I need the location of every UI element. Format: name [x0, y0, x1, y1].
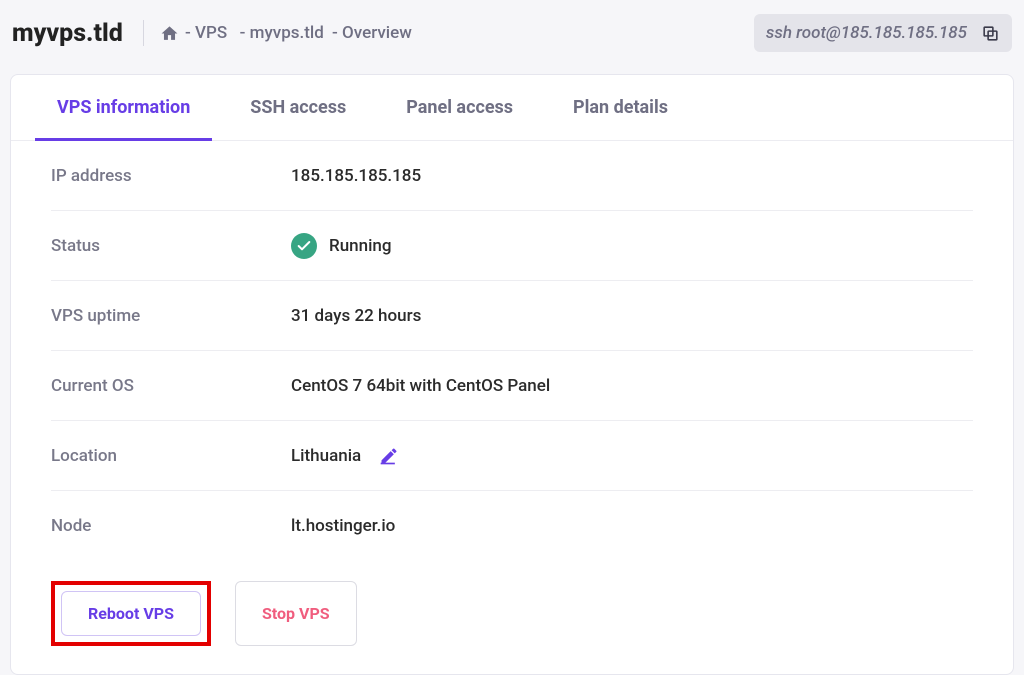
label-location: Location: [51, 446, 291, 466]
label-status: Status: [51, 236, 291, 256]
label-current-os: Current OS: [51, 376, 291, 396]
tab-panel-access[interactable]: Panel access: [376, 75, 543, 140]
edit-icon[interactable]: [379, 446, 399, 466]
site-title: myvps.tld: [12, 19, 143, 48]
row-ip-address: IP address 185.185.185.185: [51, 141, 973, 211]
row-current-os: Current OS CentOS 7 64bit with CentOS Pa…: [51, 351, 973, 421]
row-status: Status Running: [51, 211, 973, 281]
action-buttons: Reboot VPS Stop VPS: [11, 561, 1013, 674]
label-uptime: VPS uptime: [51, 306, 291, 326]
row-uptime: VPS uptime 31 days 22 hours: [51, 281, 973, 351]
label-ip-address: IP address: [51, 166, 291, 186]
location-text: Lithuania: [291, 446, 361, 466]
vps-card: VPS information SSH access Panel access …: [10, 74, 1014, 675]
ssh-command-text: ssh root@185.185.185.185: [766, 23, 967, 43]
breadcrumb-seg-vps[interactable]: - VPS: [181, 23, 234, 43]
check-icon: [291, 233, 317, 259]
info-list: IP address 185.185.185.185 Status Runnin…: [11, 141, 1013, 561]
tab-vps-information[interactable]: VPS information: [27, 75, 220, 140]
status-text: Running: [329, 236, 392, 256]
value-ip-address: 185.185.185.185: [291, 166, 421, 186]
ssh-command-box[interactable]: ssh root@185.185.185.185: [754, 14, 1012, 52]
breadcrumb-seg-host[interactable]: - myvps.tld: [235, 23, 325, 43]
value-node: lt.hostinger.io: [291, 516, 395, 536]
label-node: Node: [51, 516, 291, 536]
home-icon[interactable]: [160, 24, 179, 43]
reboot-button[interactable]: Reboot VPS: [61, 591, 201, 636]
row-location: Location Lithuania: [51, 421, 973, 491]
breadcrumb[interactable]: - VPS - myvps.tld - Overview: [160, 23, 416, 43]
value-status: Running: [291, 233, 392, 259]
value-location: Lithuania: [291, 446, 399, 466]
stop-button[interactable]: Stop VPS: [235, 581, 357, 646]
tab-plan-details[interactable]: Plan details: [543, 75, 698, 140]
row-node: Node lt.hostinger.io: [51, 491, 973, 561]
top-bar: myvps.tld - VPS - myvps.tld - Overview s…: [0, 0, 1024, 74]
value-uptime: 31 days 22 hours: [291, 306, 421, 326]
reboot-highlight: Reboot VPS: [51, 581, 211, 646]
tabs: VPS information SSH access Panel access …: [11, 75, 1013, 141]
breadcrumb-seg-overview[interactable]: - Overview: [328, 23, 414, 43]
divider: [143, 20, 144, 46]
tab-ssh-access[interactable]: SSH access: [220, 75, 376, 140]
copy-icon[interactable]: [981, 24, 1000, 43]
value-current-os: CentOS 7 64bit with CentOS Panel: [291, 376, 550, 396]
